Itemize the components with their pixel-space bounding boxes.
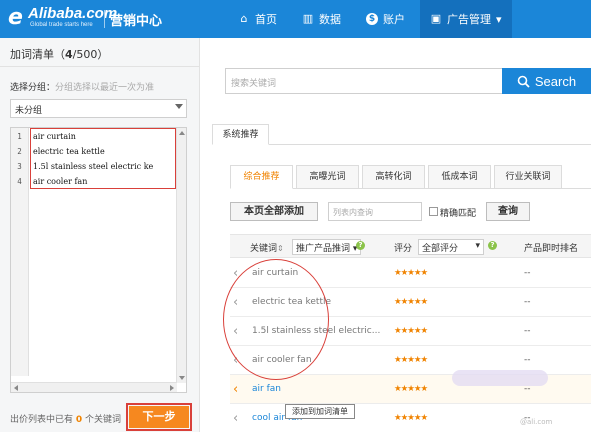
count-value: 0 [75, 415, 83, 425]
row-rank: -- [524, 268, 531, 278]
line-number-gutter: 1 2 3 4 [11, 128, 29, 376]
subtab-overall[interactable]: 综合推荐 [230, 165, 293, 189]
search-input[interactable]: 搜索关键词 [225, 68, 503, 94]
line-number: 2 [17, 147, 22, 156]
bid-list-count: 出价列表中已有 0 个关键词 [10, 412, 121, 425]
group-select-value: 未分组 [15, 106, 43, 116]
keyword-count: 4 [65, 48, 73, 61]
add-chevron-icon[interactable]: ‹ [233, 411, 238, 426]
row-rank: -- [524, 326, 531, 336]
alibaba-logo-icon[interactable]: e [8, 7, 26, 29]
help-icon[interactable]: ? [356, 240, 365, 250]
app-title: 营销中心 [110, 14, 163, 29]
title-suffix: /500） [72, 48, 109, 61]
inner-search-input[interactable]: 列表内查询 [328, 202, 422, 221]
query-button[interactable]: 查询 [486, 202, 530, 221]
nav-home[interactable]: ⌂ 首页 [238, 0, 278, 38]
line-number: 3 [17, 162, 22, 171]
star-rating: ★★★★★ [394, 384, 428, 394]
subtab-bar: 综合推荐 高曝光词 高转化词 低成本词 行业关联词 [230, 165, 591, 189]
logo-divider [104, 10, 105, 28]
scroll-left-icon[interactable] [14, 385, 18, 391]
star-rating: ★★★★★ [394, 355, 428, 365]
search-icon [517, 75, 530, 88]
group-label: 选择分组：分组选择以最近一次为准 [10, 80, 154, 93]
logo-tagline: Global trade starts here [30, 22, 93, 28]
promo-select-label: 推广产品推词 [296, 244, 351, 254]
group-select[interactable]: 未分组 [10, 99, 187, 118]
column-score: 评分 [394, 244, 413, 254]
scroll-up-icon[interactable] [179, 131, 185, 135]
bar-chart-icon: ▥ [302, 12, 314, 25]
nav-account[interactable]: $ 账户 [366, 0, 405, 38]
briefcase-icon: ▣ [430, 12, 442, 25]
nav-account-label: 账户 [383, 13, 405, 26]
title-prefix: 加词清单（ [10, 48, 65, 61]
count-suffix: 个关键词 [85, 415, 122, 425]
table-header: 关键词⇕ 推广产品推词 ▾ ? 评分 全部评分 ▾ ? 产品即时排名 [230, 234, 591, 258]
group-hint: 分组选择以最近一次为准 [55, 83, 155, 93]
watermark: @ali.com [520, 418, 553, 426]
highlight-circle [223, 259, 329, 380]
line-number: 1 [17, 132, 22, 141]
chevron-down-icon: ▾ [496, 12, 502, 26]
scroll-down-icon[interactable] [179, 376, 185, 380]
count-prefix: 出价列表中已有 [10, 415, 74, 425]
keyword-editor[interactable]: 1 2 3 4 air curtain electric tea kettle … [10, 127, 187, 393]
top-navigation-bar: e Alibaba.com Global trade starts here 营… [0, 0, 591, 38]
dollar-circle-icon: $ [366, 13, 378, 25]
score-filter-select[interactable]: 全部评分 ▾ [418, 239, 484, 255]
row-rank: -- [524, 297, 531, 307]
blurred-region [452, 370, 548, 386]
nav-ad-management[interactable]: ▣ 广告管理 ▾ [420, 0, 512, 38]
subtab-high-conversion[interactable]: 高转化词 [362, 165, 425, 189]
score-filter-value: 全部评分 [422, 244, 459, 254]
star-rating: ★★★★★ [394, 297, 428, 307]
star-rating: ★★★★★ [394, 268, 428, 278]
help-icon[interactable]: ? [488, 240, 497, 250]
divider [0, 66, 199, 67]
home-icon: ⌂ [240, 12, 248, 25]
nav-data[interactable]: ▥ 数据 [302, 0, 341, 38]
chevron-down-icon [175, 104, 183, 109]
highlight-box [30, 128, 176, 189]
row-rank: -- [524, 355, 531, 365]
keyword-list-title: 加词清单（4/500） [10, 46, 108, 62]
sort-icon[interactable]: ⇕ [277, 244, 284, 253]
column-keyword-label: 关键词 [250, 244, 278, 254]
exact-match-checkbox[interactable] [429, 207, 438, 216]
horizontal-scrollbar[interactable] [11, 382, 177, 392]
add-to-list-tooltip: 添加到加词清单 [285, 404, 355, 419]
nav-ad-management-label: 广告管理 [447, 13, 491, 26]
nav-data-label: 数据 [319, 13, 341, 26]
next-step-button[interactable]: 下一步 [129, 406, 189, 428]
subtab-high-exposure[interactable]: 高曝光词 [296, 165, 359, 189]
search-button[interactable]: Search [502, 68, 591, 94]
vertical-scrollbar[interactable] [176, 128, 186, 383]
line-number: 4 [17, 177, 22, 186]
promo-product-select[interactable]: 推广产品推词 ▾ [292, 239, 362, 255]
add-chevron-icon[interactable]: ‹ [233, 382, 238, 397]
exact-match-label: 精确匹配 [440, 209, 477, 219]
subtab-industry-related[interactable]: 行业关联词 [494, 165, 562, 189]
scroll-right-icon[interactable] [170, 385, 174, 391]
search-button-label: Search [534, 73, 577, 89]
column-keyword[interactable]: 关键词⇕ [250, 241, 284, 254]
star-rating: ★★★★★ [394, 326, 428, 336]
star-rating: ★★★★★ [394, 413, 428, 423]
group-label-text: 选择分组： [10, 83, 56, 93]
add-all-button[interactable]: 本页全部添加 [230, 202, 318, 221]
nav-home-label: 首页 [255, 13, 277, 26]
column-rank: 产品即时排名 [524, 244, 579, 254]
row-keyword: air fan [252, 384, 281, 394]
subtab-low-cost[interactable]: 低成本词 [428, 165, 491, 189]
tab-system-recommend[interactable]: 系统推荐 [212, 124, 269, 145]
